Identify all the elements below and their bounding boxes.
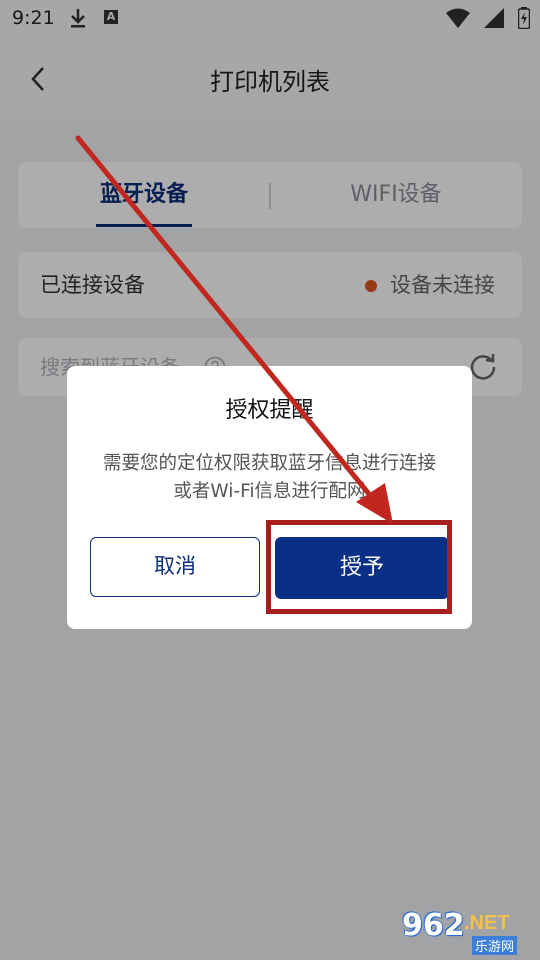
watermark-logo: 962 .NET 乐游网: [400, 908, 532, 955]
dialog-message: 需要您的定位权限获取蓝牙信息进行连接或者Wi-Fi信息进行配网: [102, 453, 436, 502]
watermark-domain: .NET: [464, 912, 510, 934]
cancel-button[interactable]: 取消: [90, 537, 260, 597]
annotation-highlight-box: [266, 520, 452, 614]
watermark-number: 962: [402, 908, 465, 943]
watermark-name: 乐游网: [472, 936, 518, 955]
dialog-title: 授权提醒: [225, 398, 314, 423]
